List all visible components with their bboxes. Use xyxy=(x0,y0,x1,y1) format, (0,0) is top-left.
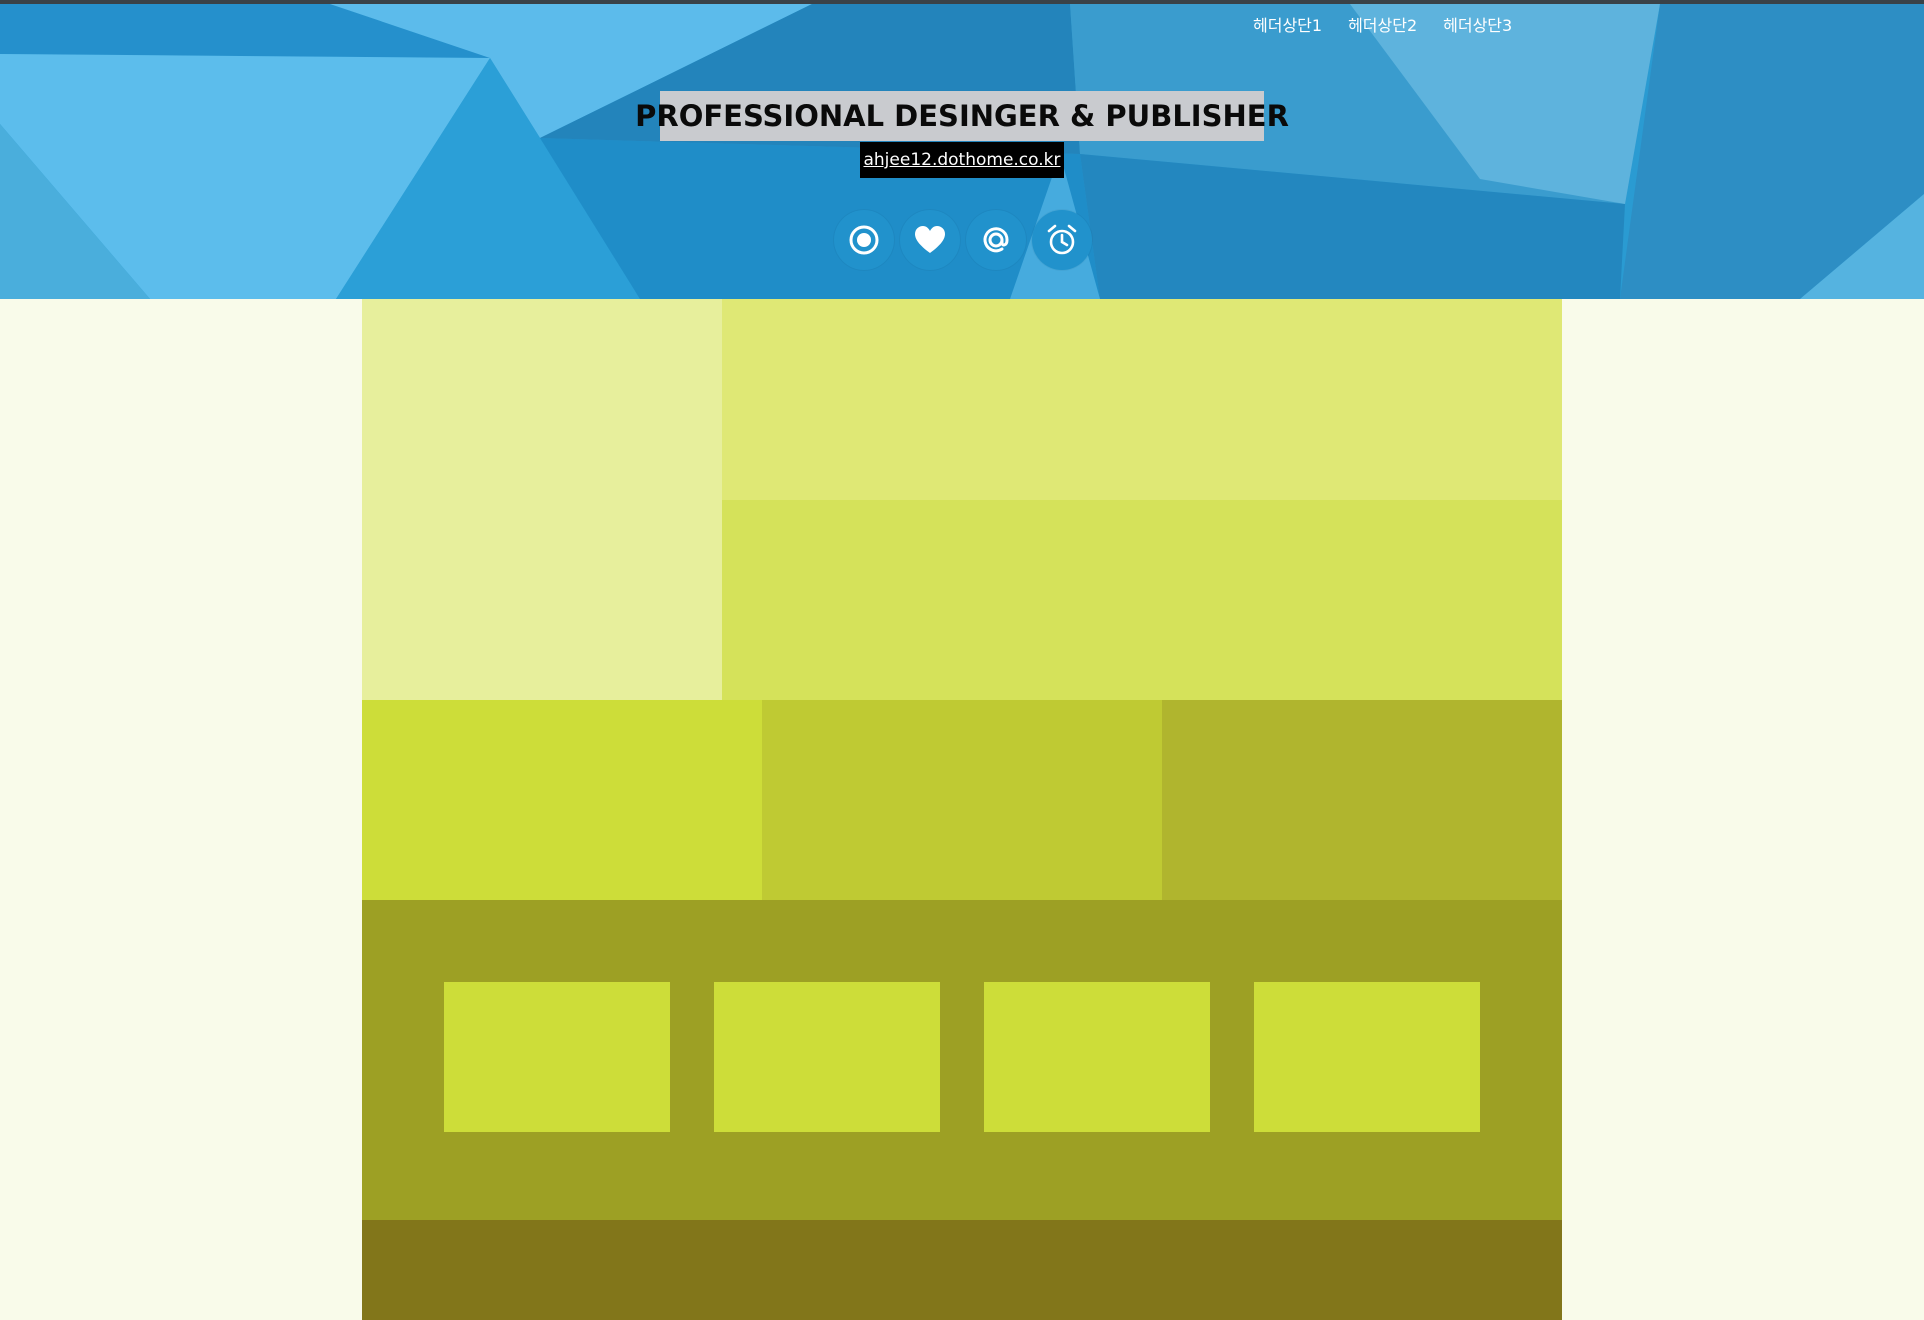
card-1[interactable] xyxy=(444,982,670,1132)
at-icon[interactable] xyxy=(966,210,1026,270)
target-icon[interactable] xyxy=(834,210,894,270)
site-link-box: ahjee12.dothome.co.kr xyxy=(860,142,1064,178)
header-top-nav: 헤더상단1 헤더상단2 헤더상단3 xyxy=(1253,12,1512,36)
card-4[interactable] xyxy=(1254,982,1480,1132)
alarm-clock-icon[interactable] xyxy=(1032,210,1092,270)
site-url-link[interactable]: ahjee12.dothome.co.kr xyxy=(863,150,1060,170)
card-3[interactable] xyxy=(984,982,1210,1132)
icon-button-row xyxy=(834,210,1092,270)
content-band xyxy=(362,900,1562,1220)
nav-link-2[interactable]: 헤더상단2 xyxy=(1348,12,1417,36)
footer-block xyxy=(362,1220,1562,1320)
nav-link-3[interactable]: 헤더상단3 xyxy=(1443,12,1512,36)
site-header: 헤더상단1 헤더상단2 헤더상단3 PROFESSIONAL DESINGER … xyxy=(0,4,1924,299)
nav-link-1[interactable]: 헤더상단1 xyxy=(1253,12,1322,36)
block-mid-right xyxy=(722,500,1562,700)
main-content xyxy=(362,299,1562,1320)
block-row-3 xyxy=(1162,700,1562,900)
block-top-right xyxy=(722,299,1562,500)
site-title: PROFESSIONAL DESINGER & PUBLISHER xyxy=(635,91,1289,141)
block-row-1 xyxy=(362,700,762,900)
block-tall-left xyxy=(362,299,722,700)
heart-icon[interactable] xyxy=(900,210,960,270)
card-2[interactable] xyxy=(714,982,940,1132)
block-row-2 xyxy=(762,700,1162,900)
browser-top-strip xyxy=(0,0,1924,4)
